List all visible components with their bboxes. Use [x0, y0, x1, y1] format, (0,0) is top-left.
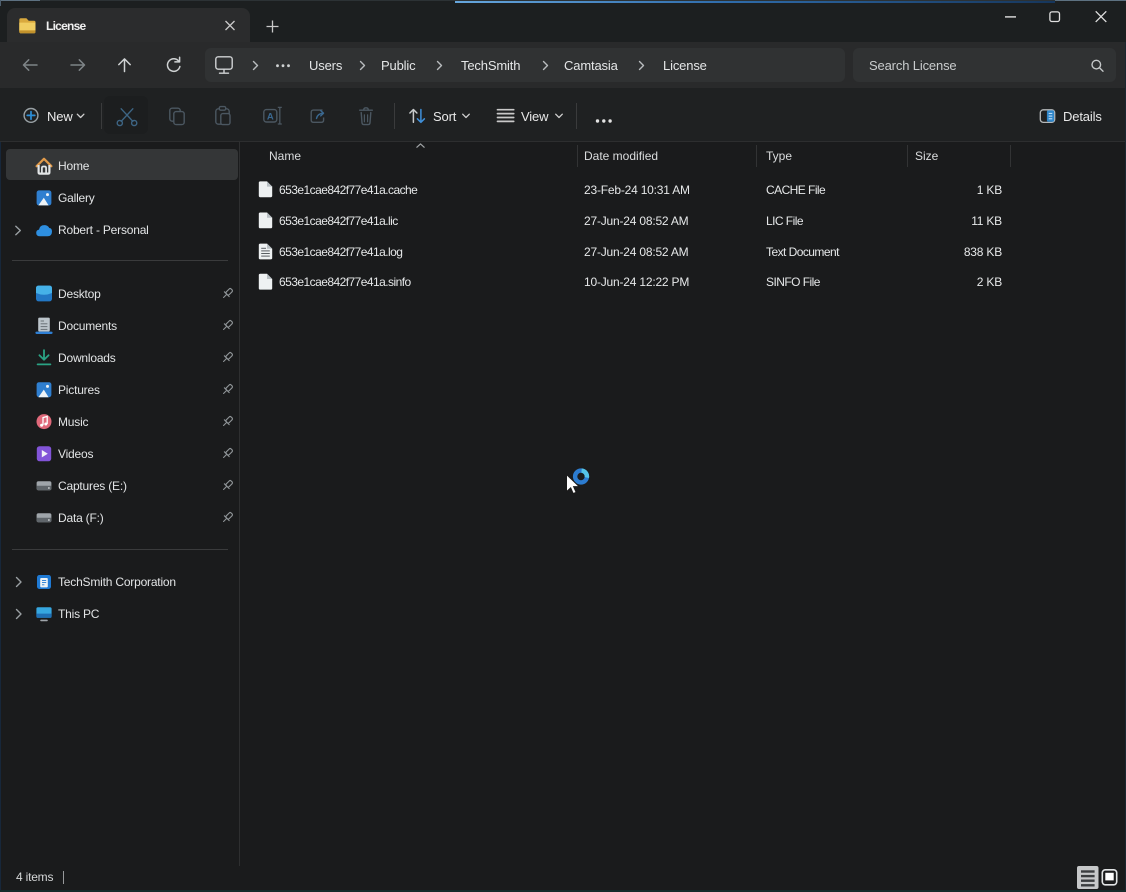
- svg-text:A: A: [267, 111, 274, 122]
